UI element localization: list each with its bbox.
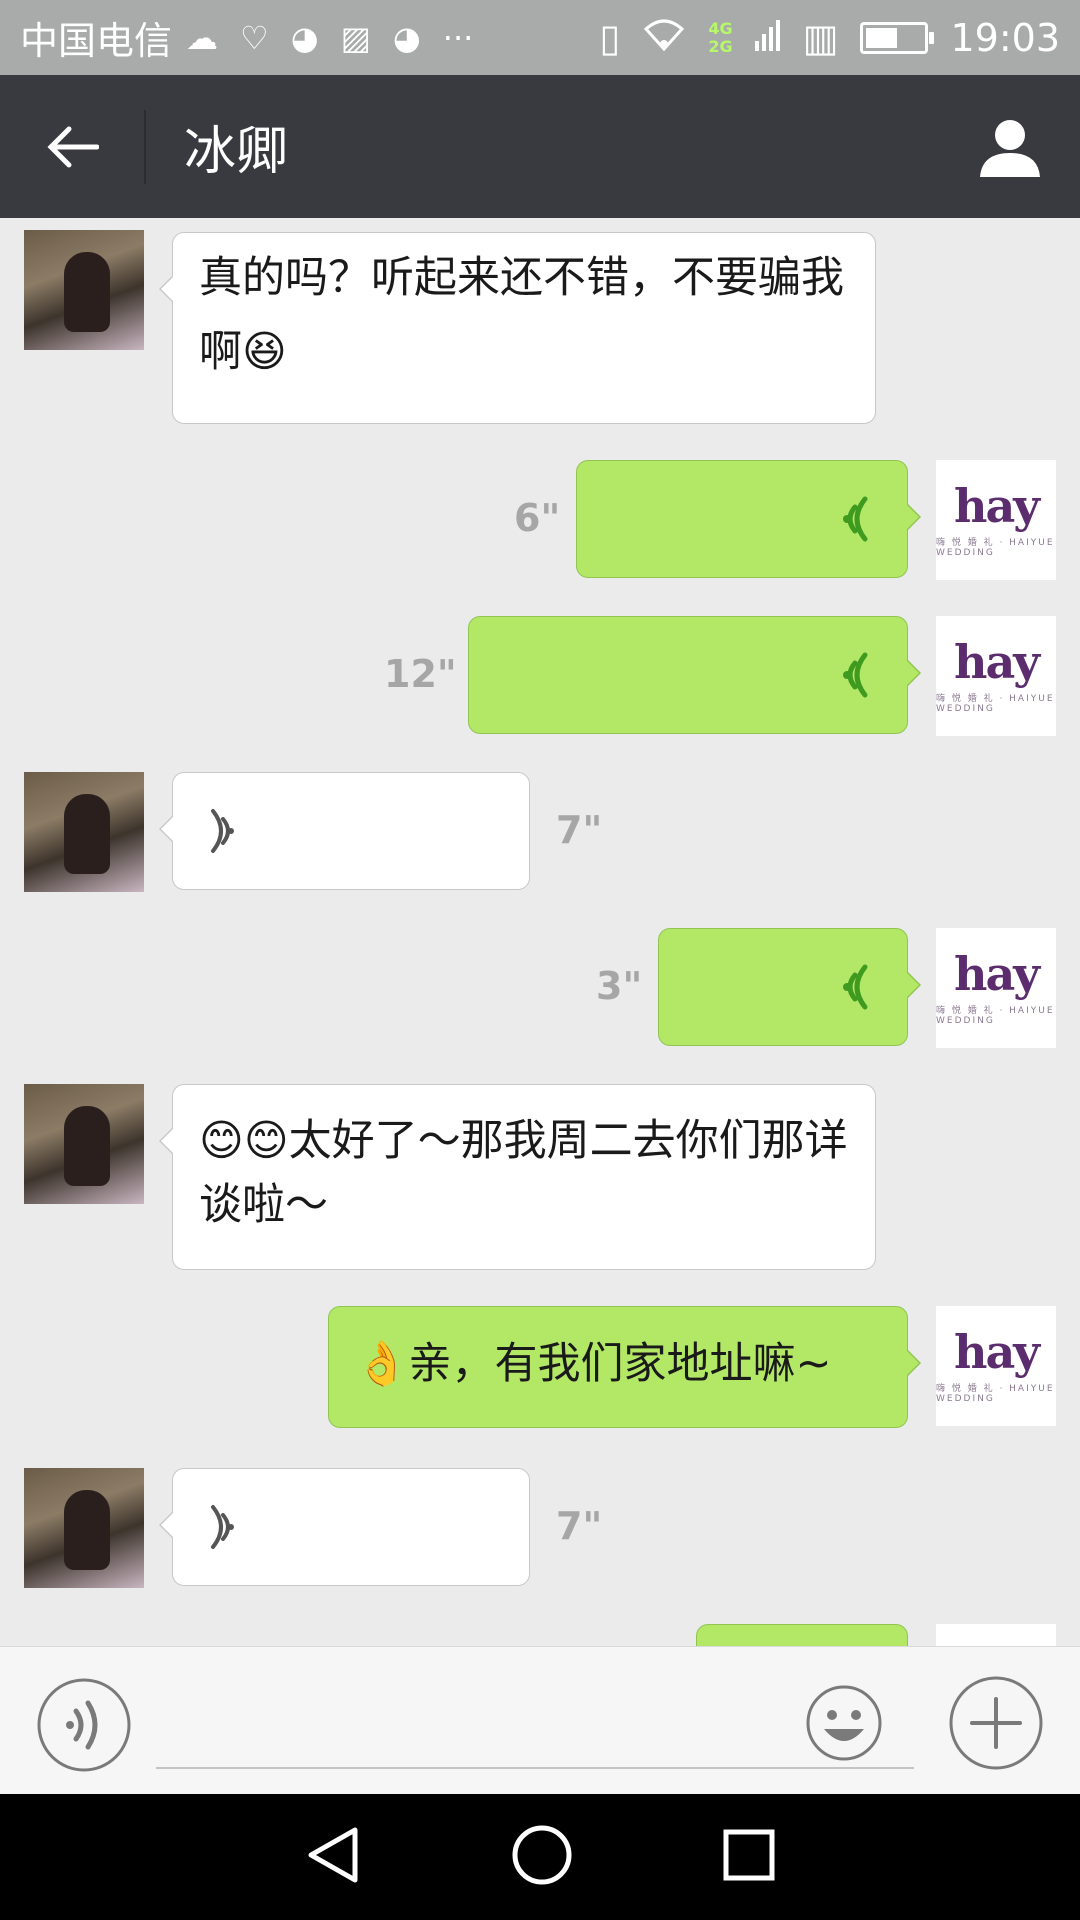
qq-icon: ◕ (290, 18, 319, 57)
my-avatar[interactable]: hay 嗨 悦 婚 礼 · HAIYUE WEDDING (936, 1306, 1056, 1426)
triangle-back-icon (308, 1827, 358, 1883)
my-avatar[interactable]: hay 嗨 悦 婚 礼 · HAIYUE WEDDING (936, 616, 1056, 736)
voice-duration: 6" (514, 496, 561, 540)
notification-icons: ☁ ♡ ◕ ▨ ◕ ··· (186, 19, 473, 57)
arrow-left-icon (47, 126, 99, 167)
voice-message-in[interactable] (159, 1468, 530, 1586)
qq-icon: ◕ (392, 18, 421, 57)
logo-mark: hay (954, 478, 1040, 533)
circle-home-icon (512, 1825, 572, 1885)
my-avatar[interactable]: hay 嗨 悦 婚 礼 · HAIYUE WEDDING (936, 928, 1056, 1048)
network-4g-label: 4G (708, 18, 733, 38)
voice-icon (37, 1678, 131, 1772)
message-bubble-in[interactable]: 😊😊太好了～那我周二去你们那详谈啦～ (159, 1084, 876, 1270)
voice-duration: 7" (556, 808, 603, 852)
voice-message-in[interactable] (159, 772, 530, 890)
voice-input-button[interactable] (36, 1677, 132, 1777)
logo-subtitle: 嗨 悦 婚 礼 · HAIYUE WEDDING (936, 537, 1055, 558)
battery-level (866, 27, 898, 48)
my-avatar[interactable] (936, 1624, 1056, 1646)
voice-duration: 3" (596, 964, 643, 1008)
more-functions-button[interactable] (948, 1675, 1044, 1775)
signal-icon (754, 16, 781, 60)
header-divider (144, 109, 146, 184)
health-icon: ♡ (240, 18, 269, 57)
message-input[interactable] (156, 1767, 914, 1769)
voice-duration: 7" (556, 1504, 603, 1548)
wifi-icon (642, 15, 686, 60)
network-type: 4G 2G (708, 18, 733, 56)
clock: 19:03 (950, 15, 1060, 60)
battery-icon (860, 21, 935, 54)
logo-mark: hay (954, 946, 1040, 1001)
voice-wave-icon (211, 809, 234, 853)
contact-avatar[interactable] (24, 1084, 144, 1204)
nav-recents-button[interactable] (723, 1829, 775, 1885)
more-icon: ··· (442, 18, 474, 57)
message-bubble-in[interactable]: 真的吗？听起来还不错，不要骗我啊😆 (159, 232, 876, 424)
network-2g-label: 2G (708, 36, 733, 56)
logo-mark: hay (954, 1324, 1040, 1379)
carrier-name: 中国电信 (20, 19, 173, 63)
status-bar: 中国电信 ☁ ♡ ◕ ▨ ◕ ··· ▯ 4G 2G ▥ 19:03 (0, 0, 1080, 75)
back-button[interactable] (0, 75, 144, 218)
logo-subtitle: 嗨 悦 婚 礼 · HAIYUE WEDDING (936, 1383, 1055, 1404)
voice-wave-icon (211, 1505, 234, 1549)
voice-wave-icon (843, 964, 868, 1010)
square-recents-icon (723, 1829, 775, 1881)
person-icon (980, 119, 1040, 177)
voice-message-out[interactable] (468, 616, 921, 734)
message-text: 😊😊太好了～那我周二去你们那详谈啦～ (199, 1116, 848, 1230)
chat-title: 冰卿 (184, 122, 289, 182)
message-bubble-out[interactable]: 👌亲，有我们家地址嘛~ (328, 1306, 921, 1428)
sim-icon: ▥ (802, 15, 839, 60)
gallery-icon: ▨ (340, 18, 371, 57)
voice-wave-icon (843, 652, 868, 698)
cloud-icon: ☁ (186, 18, 219, 57)
my-avatar[interactable]: hay 嗨 悦 婚 礼 · HAIYUE WEDDING (936, 460, 1056, 580)
nav-home-button[interactable] (511, 1824, 573, 1890)
message-bubble-out-partial[interactable] (696, 1624, 908, 1646)
input-bar (0, 1646, 1080, 1795)
vibrate-icon: ▯ (599, 15, 621, 60)
logo-subtitle: 嗨 悦 婚 礼 · HAIYUE WEDDING (936, 693, 1055, 714)
voice-message-out[interactable] (658, 928, 921, 1046)
logo-subtitle: 嗨 悦 婚 礼 · HAIYUE WEDDING (936, 1005, 1055, 1026)
plus-icon (949, 1676, 1043, 1770)
message-list[interactable]: 真的吗？听起来还不错，不要骗我啊😆 6" hay 嗨 悦 婚 礼 · HAIYU… (0, 218, 1080, 1646)
contact-avatar[interactable] (24, 230, 144, 350)
chat-info-button[interactable] (940, 75, 1080, 218)
message-text: 真的吗？听起来还不错，不要骗我啊😆 (199, 253, 844, 377)
nav-back-button[interactable] (305, 1824, 361, 1890)
voice-message-out[interactable] (576, 460, 921, 578)
voice-duration: 12" (384, 652, 457, 696)
emoji-icon (806, 1685, 882, 1761)
contact-avatar[interactable] (24, 1468, 144, 1588)
logo-mark: hay (954, 634, 1040, 689)
contact-avatar[interactable] (24, 772, 144, 892)
system-nav-bar (0, 1794, 1080, 1920)
voice-wave-icon (843, 496, 868, 542)
chat-header: 冰卿 (0, 75, 1080, 218)
emoji-button[interactable] (804, 1683, 884, 1767)
message-text: 👌亲，有我们家地址嘛~ (355, 1339, 832, 1389)
